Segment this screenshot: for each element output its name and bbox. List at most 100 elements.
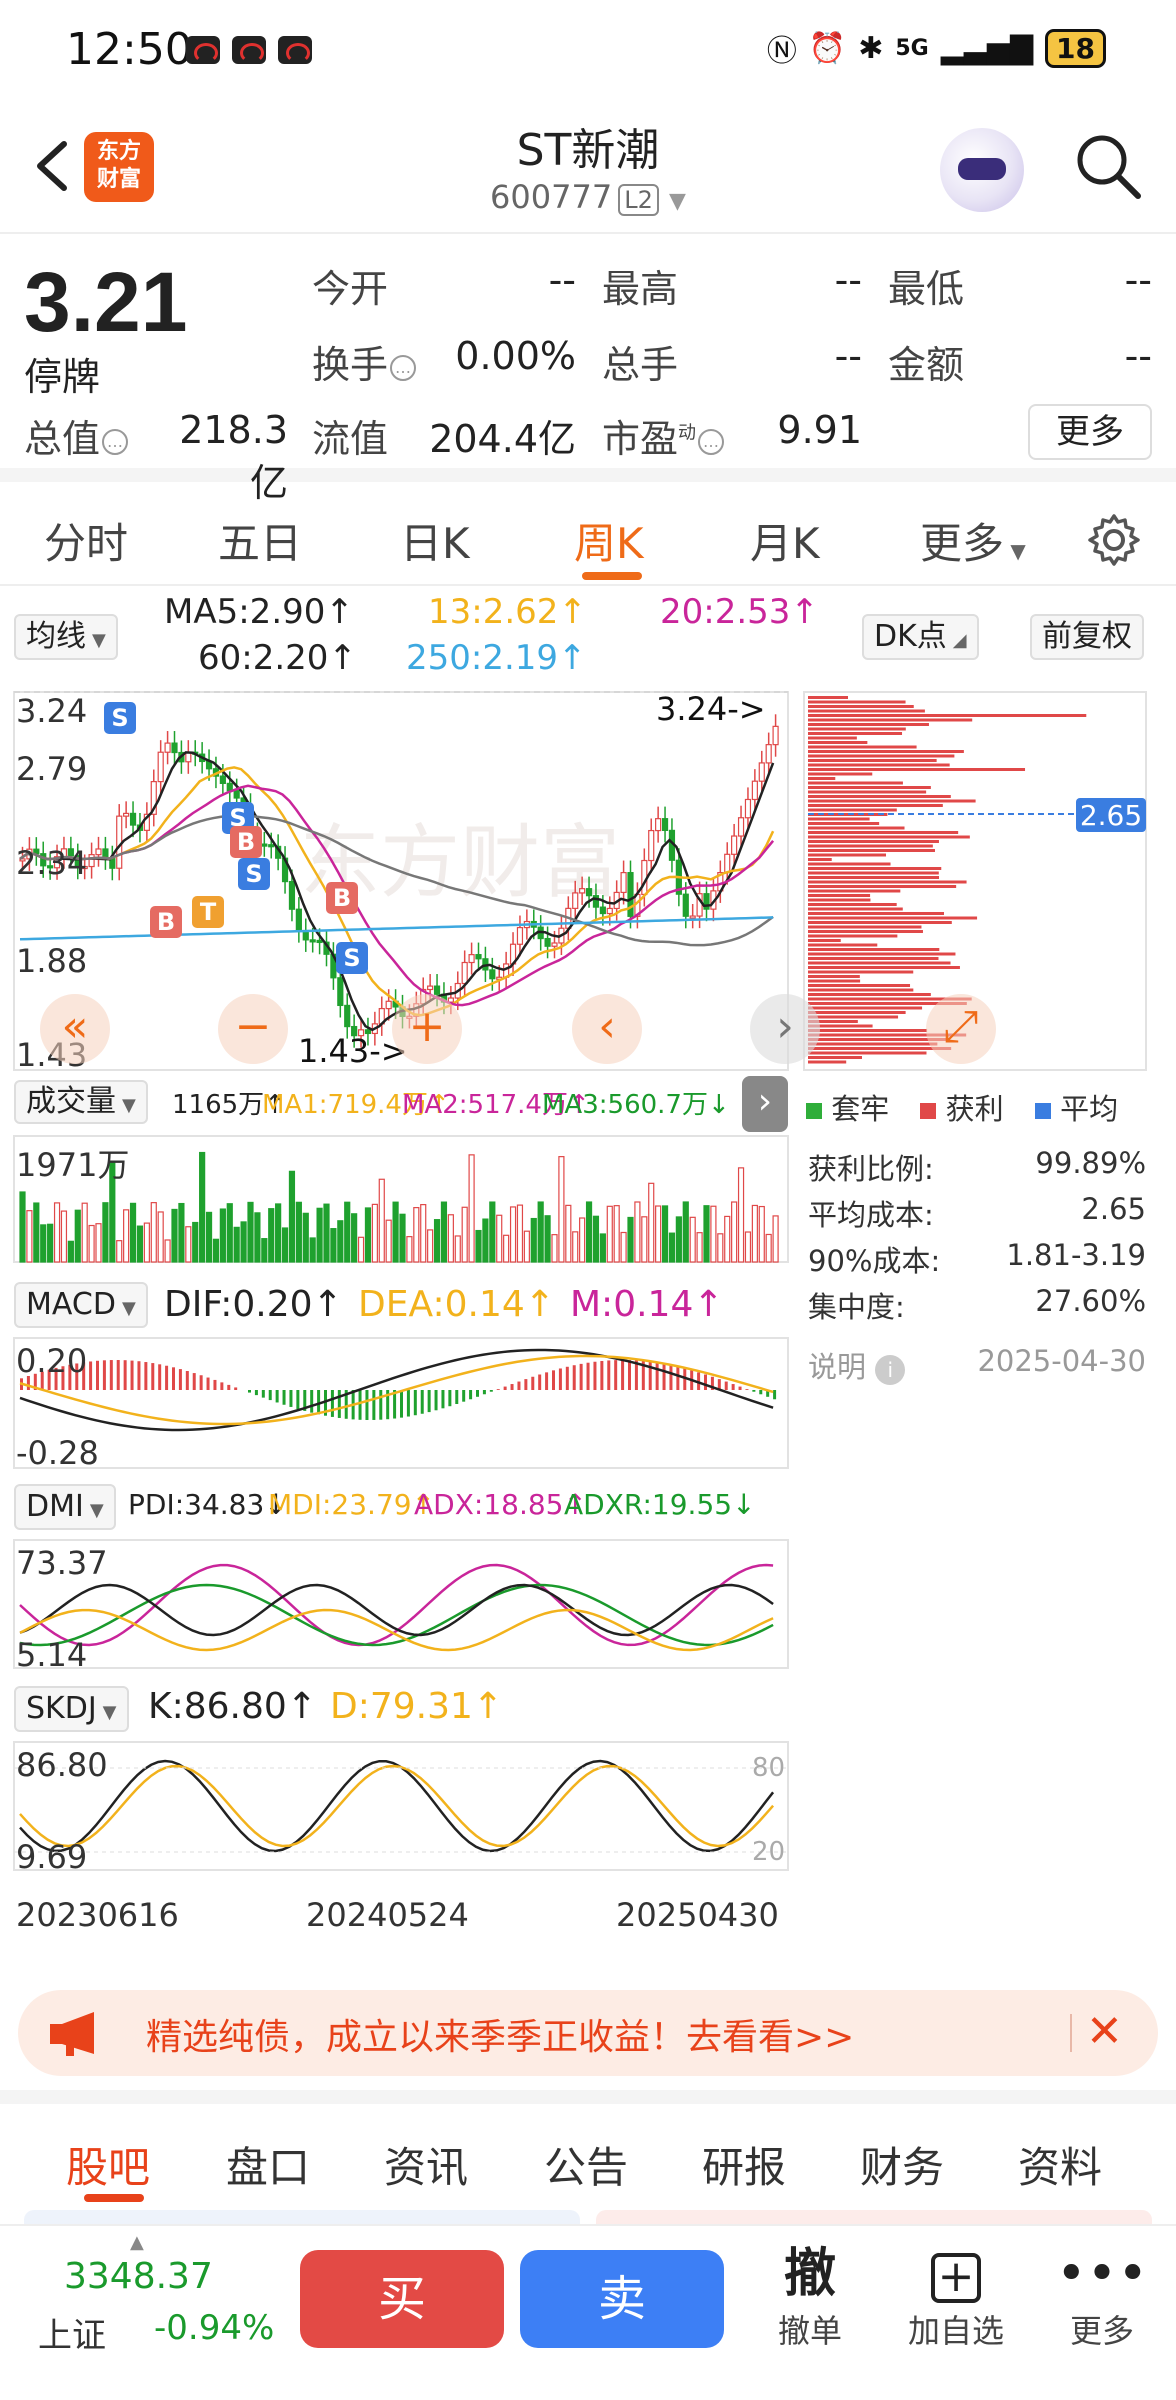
zoom-in-button[interactable]: + xyxy=(392,994,462,1064)
macd-bar xyxy=(248,1390,251,1393)
skdj-selector[interactable]: SKDJ ▼ xyxy=(14,1686,129,1732)
volume-bar xyxy=(620,1231,627,1263)
tab-intraday[interactable]: 分时 xyxy=(44,510,128,571)
scroll-right-button[interactable]: › xyxy=(750,994,820,1064)
indicator-lines-group xyxy=(19,1348,775,1853)
chip-bar xyxy=(808,871,939,875)
tab-five-day[interactable]: 五日 xyxy=(218,510,302,571)
macd-selector[interactable]: MACD ▼ xyxy=(14,1282,148,1328)
chip-bar xyxy=(808,916,978,920)
quote-panel: 3.21 停牌 今开 -- 最高 -- 最低 -- 换手… 0.00% 总手 -… xyxy=(0,236,1176,505)
volume-bar xyxy=(351,1213,358,1263)
tab-more[interactable]: 更多 ▼ xyxy=(920,510,1026,571)
tab-guba[interactable]: 股吧 xyxy=(66,2134,150,2195)
status-icons: Ⓝ ⏰ ✱ 5G ▂▃▅▇ 18 xyxy=(767,26,1106,70)
sell-button[interactable]: 卖 xyxy=(520,2250,724,2348)
volume-bar xyxy=(592,1215,600,1263)
volume-bar xyxy=(585,1201,593,1263)
close-icon[interactable]: ✕ xyxy=(1086,2006,1123,2057)
more-quote-button[interactable]: 更多 xyxy=(1028,404,1152,460)
volume-bar xyxy=(344,1201,351,1263)
chip-bar xyxy=(808,1042,938,1046)
tab-daily-k[interactable]: 日K xyxy=(400,510,470,571)
volume-bar xyxy=(420,1204,427,1263)
expand-panel-arrow-icon[interactable]: › xyxy=(742,1076,788,1132)
caret-up-icon: ▲ xyxy=(130,2232,144,2253)
chip-bar xyxy=(808,768,1026,771)
promo-banner[interactable]: 精选纯债，成立以来季季正收益！去看看>> ✕ xyxy=(18,1990,1158,2076)
chip-bar xyxy=(808,921,952,924)
chip-bar xyxy=(808,849,935,852)
volume-bar xyxy=(668,1232,676,1263)
tab-profile[interactable]: 资料 xyxy=(1018,2134,1102,2195)
settings-gear-icon[interactable] xyxy=(1086,512,1142,568)
zoom-out-button[interactable]: − xyxy=(218,994,288,1064)
chip-bar xyxy=(808,1051,927,1055)
search-icon[interactable] xyxy=(1072,130,1144,202)
info-icon[interactable]: … xyxy=(390,354,417,381)
scroll-left-button[interactable]: ‹ xyxy=(572,994,642,1064)
tab-news[interactable]: 资讯 xyxy=(384,2134,468,2195)
macd-bar xyxy=(621,1360,625,1390)
battery-icon: 18 xyxy=(1045,28,1106,68)
candle-body xyxy=(606,907,613,915)
macd-bar xyxy=(337,1390,341,1418)
macd-bar xyxy=(614,1360,618,1390)
macd-bar xyxy=(165,1365,169,1390)
candle-body xyxy=(737,817,745,837)
tab-monthly-k[interactable]: 月K xyxy=(750,510,820,571)
info-icon[interactable]: … xyxy=(698,428,725,455)
kline-chart-area[interactable]: 均线 ▼ MA5:2.90↑ 13:2.62↑ 20:2.53↑ 60:2.20↑… xyxy=(0,590,1176,1980)
volume-bar xyxy=(74,1209,81,1263)
macd-bar xyxy=(669,1365,673,1390)
open-label: 今开 xyxy=(312,267,389,311)
price-tick-2: 2.79 xyxy=(16,750,88,788)
cancel-order-button[interactable]: 撤 撤单 xyxy=(750,2242,870,2352)
profit-ratio-value: 99.89% xyxy=(1035,1146,1146,1180)
more-actions-button[interactable]: ••• 更多 xyxy=(1042,2242,1162,2352)
chip-bar xyxy=(808,732,903,735)
volume-bar xyxy=(178,1202,185,1263)
candle-body xyxy=(295,908,302,932)
tab-weekly-k[interactable]: 周K xyxy=(574,510,644,571)
chip-bar xyxy=(808,795,951,798)
info-icon[interactable]: … xyxy=(102,428,129,455)
volume-selector[interactable]: 成交量 ▼ xyxy=(14,1080,148,1124)
skdj-80-label: 80 xyxy=(752,1753,785,1783)
expand-icon[interactable]: ⤢ xyxy=(926,994,996,1064)
volume-selector-label: 成交量 xyxy=(26,1084,116,1119)
volume-bar xyxy=(385,1219,392,1263)
chip-bar xyxy=(808,943,878,947)
scroll-left-fast-button[interactable]: « xyxy=(40,994,110,1064)
ai-assistant-avatar[interactable] xyxy=(940,128,1024,212)
volume-bar xyxy=(240,1221,247,1263)
volume-bar xyxy=(655,1205,662,1263)
tab-order-book[interactable]: 盘口 xyxy=(226,2134,310,2195)
chip-bar xyxy=(808,975,860,978)
macd-bar xyxy=(379,1390,383,1420)
volume-bar xyxy=(53,1202,61,1263)
macd-bar xyxy=(144,1362,148,1390)
bluetooth-icon: ✱ xyxy=(858,30,884,66)
volume-bar xyxy=(171,1208,178,1263)
macd-bar xyxy=(655,1362,659,1390)
index-value[interactable]: 3348.37 xyxy=(64,2256,213,2297)
chip-bar xyxy=(808,709,925,713)
add-watchlist-button[interactable]: + 加自选 xyxy=(896,2242,1016,2352)
volume-bar xyxy=(102,1202,109,1263)
chip-bar xyxy=(808,804,943,807)
volume-bar xyxy=(772,1215,779,1263)
buy-button[interactable]: 买 xyxy=(300,2250,504,2348)
volume-bar xyxy=(116,1240,123,1263)
volume-bar xyxy=(226,1203,233,1263)
chip-bar xyxy=(808,714,1087,717)
tab-announcements[interactable]: 公告 xyxy=(544,2134,628,2195)
dmi-selector[interactable]: DMI ▼ xyxy=(14,1484,116,1530)
macd-bar xyxy=(358,1390,362,1420)
macd-selector-label: MACD xyxy=(26,1287,116,1322)
macd-bar xyxy=(441,1390,445,1409)
tab-financials[interactable]: 财务 xyxy=(860,2134,944,2195)
tab-research[interactable]: 研报 xyxy=(702,2134,786,2195)
chevron-down-icon: ▼ xyxy=(669,189,686,214)
note-link[interactable]: 说明 i xyxy=(808,1344,906,1386)
